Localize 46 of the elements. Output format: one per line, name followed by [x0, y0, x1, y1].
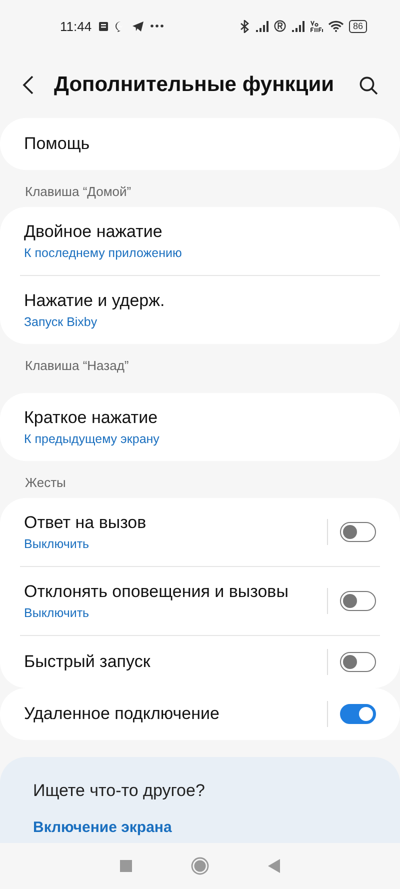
- row-title: Краткое нажатие: [24, 408, 159, 428]
- settings-row[interactable]: Ответ на вызов Выключить: [0, 498, 400, 566]
- toggle-switch[interactable]: [340, 522, 376, 542]
- row-subtitle: К последнему приложению: [24, 246, 183, 260]
- page-title: Дополнительные функции: [54, 73, 336, 97]
- row-title: Двойное нажатие: [24, 222, 164, 242]
- settings-row[interactable]: Удаленное подключение: [0, 688, 400, 740]
- back-button[interactable]: [268, 859, 280, 873]
- paper-plane-icon: [132, 20, 144, 32]
- status-time: 11:44: [60, 18, 92, 34]
- settings-row[interactable]: Краткое нажатие К предыдущему экрану: [0, 393, 400, 461]
- more-icon: [150, 24, 164, 28]
- row-title: Удаленное подключение: [24, 704, 220, 724]
- row-title: Ответ на вызов: [24, 513, 148, 533]
- row-subtitle: Выключить: [24, 537, 90, 551]
- back-icon[interactable]: [22, 75, 34, 95]
- row-subtitle: Выключить: [24, 606, 90, 620]
- settings-row[interactable]: Двойное нажатие К последнему приложению: [0, 207, 400, 275]
- toggle-switch[interactable]: [340, 704, 376, 724]
- settings-row[interactable]: Отклонять оповещения и вызовы Выключить: [0, 567, 400, 635]
- signal-icon: [290, 20, 305, 32]
- notification-icon: [98, 20, 109, 32]
- roaming-icon: [274, 20, 286, 32]
- recents-button[interactable]: [120, 860, 132, 872]
- search-icon[interactable]: [359, 76, 378, 94]
- suggestion-link[interactable]: Включение экрана: [33, 819, 367, 836]
- row-title: Помощь: [24, 134, 91, 154]
- section-heading: Жесты: [24, 474, 67, 492]
- home-button[interactable]: [190, 857, 209, 875]
- wifi-icon: [328, 20, 344, 32]
- row-title: Быстрый запуск: [24, 652, 152, 672]
- signal-icon: [254, 20, 269, 32]
- battery-indicator: 86: [348, 20, 367, 32]
- settings-row[interactable]: Быстрый запуск: [0, 636, 400, 688]
- row-subtitle: К предыдущему экрану: [24, 432, 160, 446]
- row-title: Нажатие и удерж.: [24, 291, 166, 311]
- bluetooth-icon: [240, 20, 250, 32]
- section-heading: Клавиша “Домой”: [24, 183, 132, 201]
- toggle-switch[interactable]: [340, 591, 376, 611]
- section-heading: Клавиша “Назад”: [24, 357, 130, 375]
- row-title: Отклонять оповещения и вызовы: [24, 582, 290, 602]
- settings-row[interactable]: Помощь: [0, 118, 400, 170]
- row-subtitle: Запуск Bixby: [24, 315, 98, 329]
- toggle-switch[interactable]: [340, 652, 376, 672]
- suggestions-title: Ищете что-то другое?: [33, 781, 206, 801]
- settings-row[interactable]: Нажатие и удерж. Запуск Bixby: [0, 276, 400, 344]
